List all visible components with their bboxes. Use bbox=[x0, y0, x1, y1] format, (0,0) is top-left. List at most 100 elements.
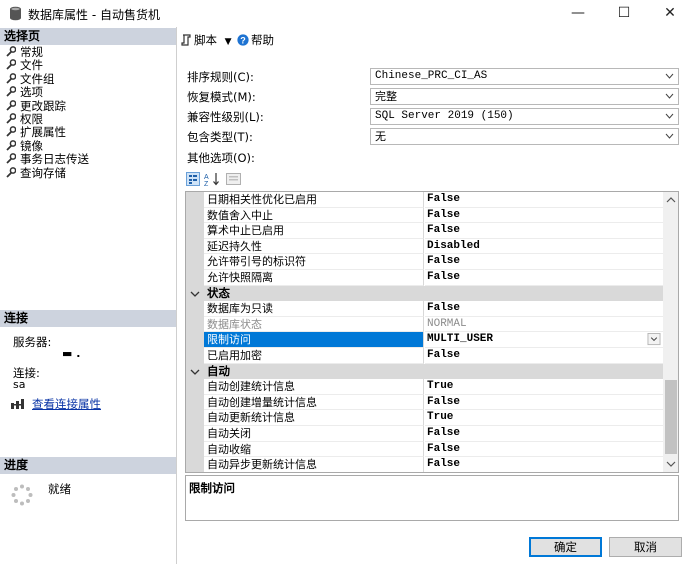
property-row[interactable]: 已启用加密 False bbox=[186, 348, 663, 364]
page-item[interactable]: 事务日志传送 bbox=[6, 153, 89, 166]
view-connection-properties-link[interactable]: 查看连接属性 bbox=[32, 396, 101, 412]
close-button[interactable]: ✕ bbox=[647, 0, 693, 27]
chevron-down-icon[interactable] bbox=[647, 333, 661, 346]
row-gutter bbox=[186, 394, 204, 411]
window-title: 数据库属性 - 自动售货机 bbox=[28, 8, 160, 22]
minimize-button[interactable]: — bbox=[555, 0, 601, 27]
description-panel: 限制访问 bbox=[185, 475, 679, 521]
chevron-down-icon bbox=[665, 133, 674, 139]
property-category-row[interactable]: 自动 bbox=[186, 363, 663, 380]
property-value-text: NORMAL bbox=[427, 317, 467, 330]
property-row[interactable]: 自动收缩 False bbox=[186, 441, 663, 458]
row-gutter bbox=[186, 332, 204, 348]
page-item[interactable]: 文件组 bbox=[6, 72, 55, 86]
property-name: 延迟持久性 bbox=[204, 238, 424, 255]
property-value-text: False bbox=[427, 255, 461, 268]
recovery-model-select[interactable]: 完整 bbox=[370, 88, 679, 105]
maximize-button[interactable]: ☐ bbox=[601, 0, 647, 27]
wrench-icon bbox=[6, 99, 16, 111]
compatibility-level-label: 兼容性级别(L): bbox=[187, 110, 264, 124]
page-item[interactable]: 常规 bbox=[6, 46, 43, 59]
description-title: 限制访问 bbox=[189, 481, 235, 495]
page-item[interactable]: 查询存储 bbox=[6, 166, 66, 180]
property-row[interactable]: 自动异步更新统计信息 False bbox=[186, 457, 663, 472]
property-value[interactable]: False bbox=[425, 395, 663, 411]
property-value[interactable]: False bbox=[425, 442, 663, 458]
ok-button[interactable]: 确定 bbox=[529, 537, 602, 557]
page-item-label: 更改跟踪 bbox=[20, 98, 66, 113]
property-value[interactable]: False bbox=[425, 223, 663, 239]
select-page-header: 选择页 bbox=[0, 28, 176, 45]
compatibility-level-select[interactable]: SQL Server 2019 (150) bbox=[370, 108, 679, 125]
left-pane: 选择页 常规 文件 文件组 选项 更改跟踪 权限 扩展属性 镜像 事务日志传送 查询存储 连接 服… bbox=[0, 27, 177, 564]
property-value[interactable]: False bbox=[425, 457, 663, 472]
property-row[interactable]: 自动创建增量统计信息 False bbox=[186, 394, 663, 411]
property-name: 算术中止已启用 bbox=[204, 223, 424, 239]
page-item[interactable]: 文件 bbox=[6, 59, 43, 72]
collation-select[interactable]: Chinese_PRC_CI_AS bbox=[370, 68, 679, 85]
property-row[interactable]: 延迟持久性 Disabled bbox=[186, 238, 663, 255]
property-row[interactable]: 数据库状态 NORMAL bbox=[186, 316, 663, 333]
property-row[interactable]: 限制访问 MULTI_USER bbox=[186, 332, 663, 348]
property-value[interactable]: Disabled bbox=[425, 239, 663, 255]
property-category-label: 自动 bbox=[207, 363, 230, 378]
recovery-model-label: 恢复模式(M): bbox=[187, 90, 256, 104]
property-value[interactable]: False bbox=[425, 192, 663, 208]
property-value[interactable]: True bbox=[425, 379, 663, 395]
property-pages-icon[interactable] bbox=[226, 172, 241, 186]
property-name: 数据库状态 bbox=[204, 316, 424, 333]
property-row[interactable]: 自动创建统计信息 True bbox=[186, 379, 663, 395]
alphabetical-sort-icon[interactable]: A Z bbox=[204, 172, 220, 186]
script-icon bbox=[181, 34, 191, 46]
property-value[interactable]: False bbox=[425, 270, 663, 286]
property-value[interactable]: MULTI_USER bbox=[425, 332, 663, 348]
wrench-icon bbox=[6, 153, 16, 164]
property-row[interactable]: 数值舍入中止 False bbox=[186, 207, 663, 224]
property-value-text: Disabled bbox=[427, 239, 480, 252]
containment-type-select[interactable]: 无 bbox=[370, 128, 679, 145]
property-name: 自动更新统计信息 bbox=[204, 410, 424, 426]
property-value[interactable]: False bbox=[425, 254, 663, 270]
property-row[interactable]: 自动关闭 False bbox=[186, 426, 663, 442]
connection-properties-icon bbox=[11, 399, 24, 409]
property-value[interactable]: True bbox=[425, 410, 663, 426]
property-value[interactable]: False bbox=[425, 426, 663, 442]
property-value-text: False bbox=[427, 302, 461, 315]
page-item[interactable]: 选项 bbox=[6, 86, 43, 99]
wrench-icon bbox=[6, 166, 16, 178]
scroll-up-icon[interactable] bbox=[666, 196, 676, 204]
property-row[interactable]: 数据库为只读 False bbox=[186, 301, 663, 317]
property-value[interactable]: False bbox=[425, 301, 663, 317]
property-grid[interactable]: 日期相关性优化已启用 False 数值舍入中止 False 算术中止已启用 False 延迟… bbox=[185, 191, 679, 473]
script-button[interactable]: 脚本 ▼ bbox=[194, 31, 232, 49]
property-row[interactable]: 自动更新统计信息 True bbox=[186, 410, 663, 426]
help-button[interactable]: 帮助 bbox=[251, 31, 274, 49]
property-grid-scrollbar[interactable] bbox=[663, 192, 678, 472]
row-gutter bbox=[186, 379, 204, 395]
property-value[interactable]: NORMAL bbox=[425, 317, 663, 333]
property-row[interactable]: 算术中止已启用 False bbox=[186, 223, 663, 239]
property-value[interactable]: False bbox=[425, 348, 663, 364]
page-item-label: 文件 bbox=[20, 58, 43, 73]
collapse-chevron-icon[interactable] bbox=[190, 367, 200, 377]
page-item[interactable]: 扩展属性 bbox=[6, 126, 66, 139]
property-row[interactable]: 允许快照隔离 False bbox=[186, 270, 663, 286]
property-name: 自动创建统计信息 bbox=[204, 379, 424, 395]
property-row[interactable]: 日期相关性优化已启用 False bbox=[186, 192, 663, 208]
page-item[interactable]: 更改跟踪 bbox=[6, 98, 66, 113]
property-category-row[interactable]: 状态 bbox=[186, 285, 663, 302]
scroll-down-icon[interactable] bbox=[666, 460, 676, 468]
categorized-sort-icon[interactable] bbox=[186, 172, 200, 186]
property-value-text: True bbox=[427, 411, 454, 424]
page-item-label: 事务日志传送 bbox=[20, 152, 89, 167]
cancel-button[interactable]: 取消 bbox=[609, 537, 682, 557]
property-name: 允许带引号的标识符 bbox=[204, 254, 424, 270]
collapse-chevron-icon[interactable] bbox=[190, 289, 200, 299]
scrollbar-thumb[interactable] bbox=[665, 380, 677, 454]
collation-label: 排序规则(C): bbox=[187, 70, 254, 84]
wrench-icon bbox=[6, 46, 16, 57]
page-item[interactable]: 权限 bbox=[6, 113, 43, 126]
page-item[interactable]: 镜像 bbox=[6, 139, 43, 153]
property-row[interactable]: 允许带引号的标识符 False bbox=[186, 254, 663, 270]
property-value[interactable]: False bbox=[425, 208, 663, 224]
